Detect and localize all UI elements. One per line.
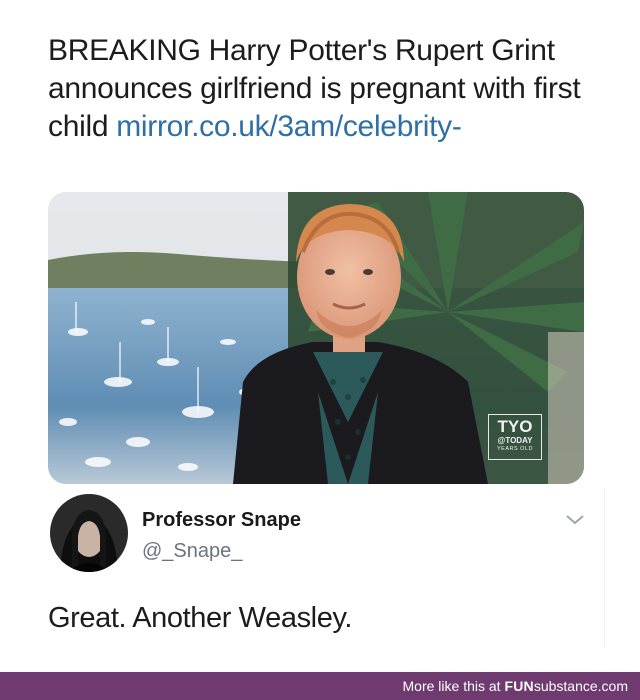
user-handle[interactable]: @_Snape_ <box>142 540 242 563</box>
chevron-down-icon-svg <box>566 515 584 525</box>
footer-brand-rest: substance.com <box>533 678 628 694</box>
footer-text[interactable]: More like this at FUNsubstance.com <box>403 678 628 694</box>
footer-bar: More like this at FUNsubstance.com <box>0 672 640 700</box>
avatar-image <box>50 494 128 572</box>
footer-brand-fun: FUN <box>504 678 534 694</box>
avatar[interactable] <box>50 494 128 572</box>
display-name[interactable]: Professor Snape <box>142 509 301 532</box>
divider <box>604 488 605 648</box>
headline-link[interactable]: mirror.co.uk/3am/celebrity- <box>116 110 462 143</box>
tweet-text: Great. Another Weasley. <box>48 602 353 634</box>
chevron-down-icon[interactable] <box>564 512 586 528</box>
watermark-small: YEARS OLD <box>497 446 533 452</box>
headline: BREAKING Harry Potter's Rupert Grint ann… <box>48 32 608 146</box>
watermark-mid: @TODAY <box>497 436 533 445</box>
news-photo[interactable]: TYO @TODAY YEARS OLD <box>48 192 584 484</box>
watermark-big: TYO <box>497 417 533 436</box>
tyo-watermark: TYO @TODAY YEARS OLD <box>488 414 542 460</box>
footer-prefix: More like this at <box>402 678 505 694</box>
